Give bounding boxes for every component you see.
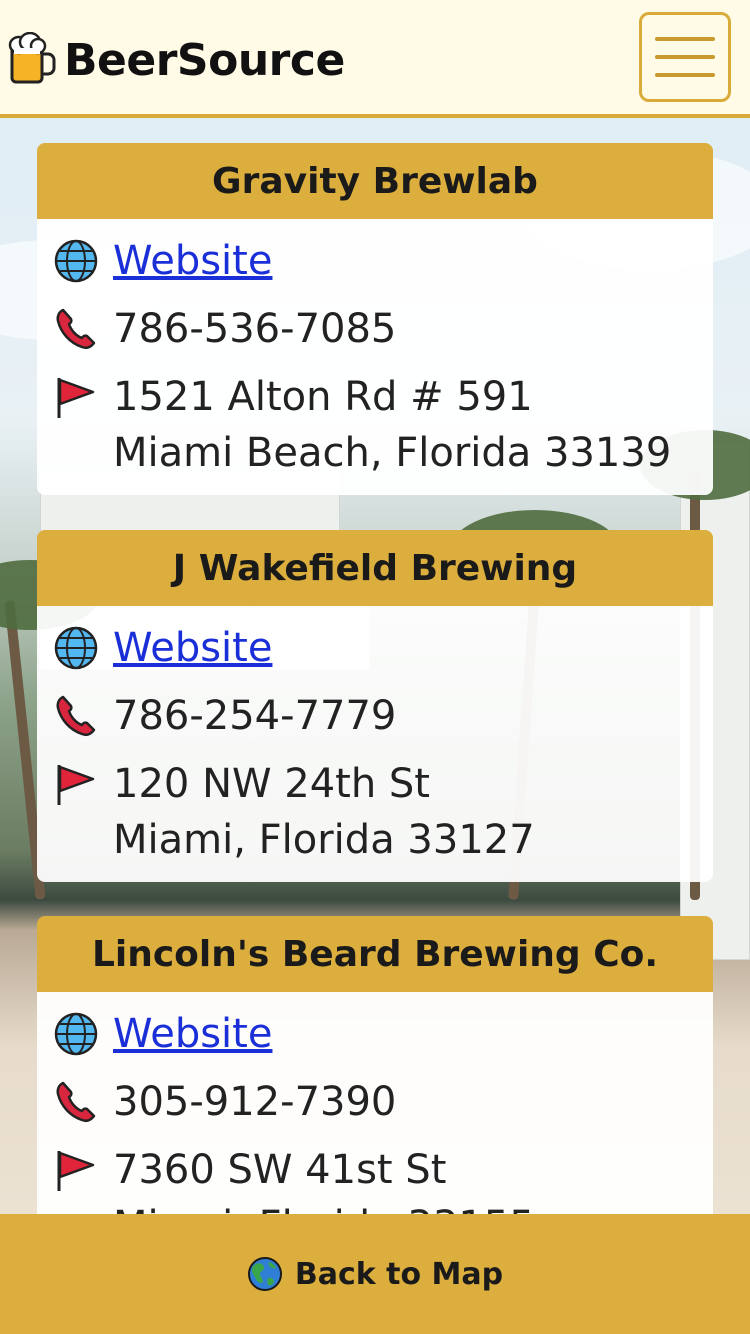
red-flag-icon [57, 378, 95, 418]
globe-icon [54, 239, 98, 283]
phone-number[interactable]: 786-536-7085 [113, 301, 396, 357]
globe-americas-icon [247, 1257, 282, 1291]
brand-name: BeerSource [64, 34, 345, 86]
brand-logo[interactable]: BeerSource [6, 30, 345, 90]
brewery-card: Gravity Brewlab Website 786-536-7085 152… [37, 143, 713, 495]
website-link[interactable]: Website [113, 620, 272, 676]
address-row: 120 NW 24th St Miami, Florida 33127 [53, 756, 697, 868]
address-line-1: 1521 Alton Rd # 591 [113, 374, 533, 420]
address-line-1: 7360 SW 41st St [113, 1147, 447, 1193]
phone-number[interactable]: 786-254-7779 [113, 688, 396, 744]
website-link[interactable]: Website [113, 1006, 272, 1062]
footer-bar: Back to Map [0, 1214, 750, 1334]
back-to-map-button[interactable]: Back to Map [247, 1256, 503, 1292]
address-line-2: Miami, Florida 33127 [113, 817, 535, 863]
website-link[interactable]: Website [113, 233, 272, 289]
phone-row: 305-912-7390 [53, 1074, 697, 1130]
website-row: Website [53, 620, 697, 676]
beer-mug-icon [8, 32, 56, 84]
phone-number[interactable]: 305-912-7390 [113, 1074, 396, 1130]
globe-icon [54, 626, 98, 670]
phone-icon [56, 308, 96, 350]
globe-icon [54, 1012, 98, 1056]
menu-button[interactable] [639, 12, 731, 102]
phone-row: 786-254-7779 [53, 688, 697, 744]
website-row: Website [53, 1006, 697, 1062]
address-row: 1521 Alton Rd # 591 Miami Beach, Florida… [53, 369, 697, 481]
website-row: Website [53, 233, 697, 289]
red-flag-icon [57, 1151, 95, 1191]
back-to-map-label: Back to Map [294, 1256, 504, 1292]
brewery-card: J Wakefield Brewing Website 786-254-7779 [37, 530, 713, 882]
hamburger-menu-icon [655, 37, 715, 41]
address-line-1: 120 NW 24th St [113, 761, 430, 807]
red-flag-icon [57, 765, 95, 805]
brewery-name: J Wakefield Brewing [37, 530, 713, 606]
phone-row: 786-536-7085 [53, 301, 697, 357]
phone-icon [56, 1081, 96, 1123]
app-header: BeerSource [0, 0, 750, 118]
address-line-2: Miami Beach, Florida 33139 [113, 430, 672, 476]
brewery-name: Lincoln's Beard Brewing Co. [37, 916, 713, 992]
brewery-name: Gravity Brewlab [37, 143, 713, 219]
phone-icon [56, 695, 96, 737]
